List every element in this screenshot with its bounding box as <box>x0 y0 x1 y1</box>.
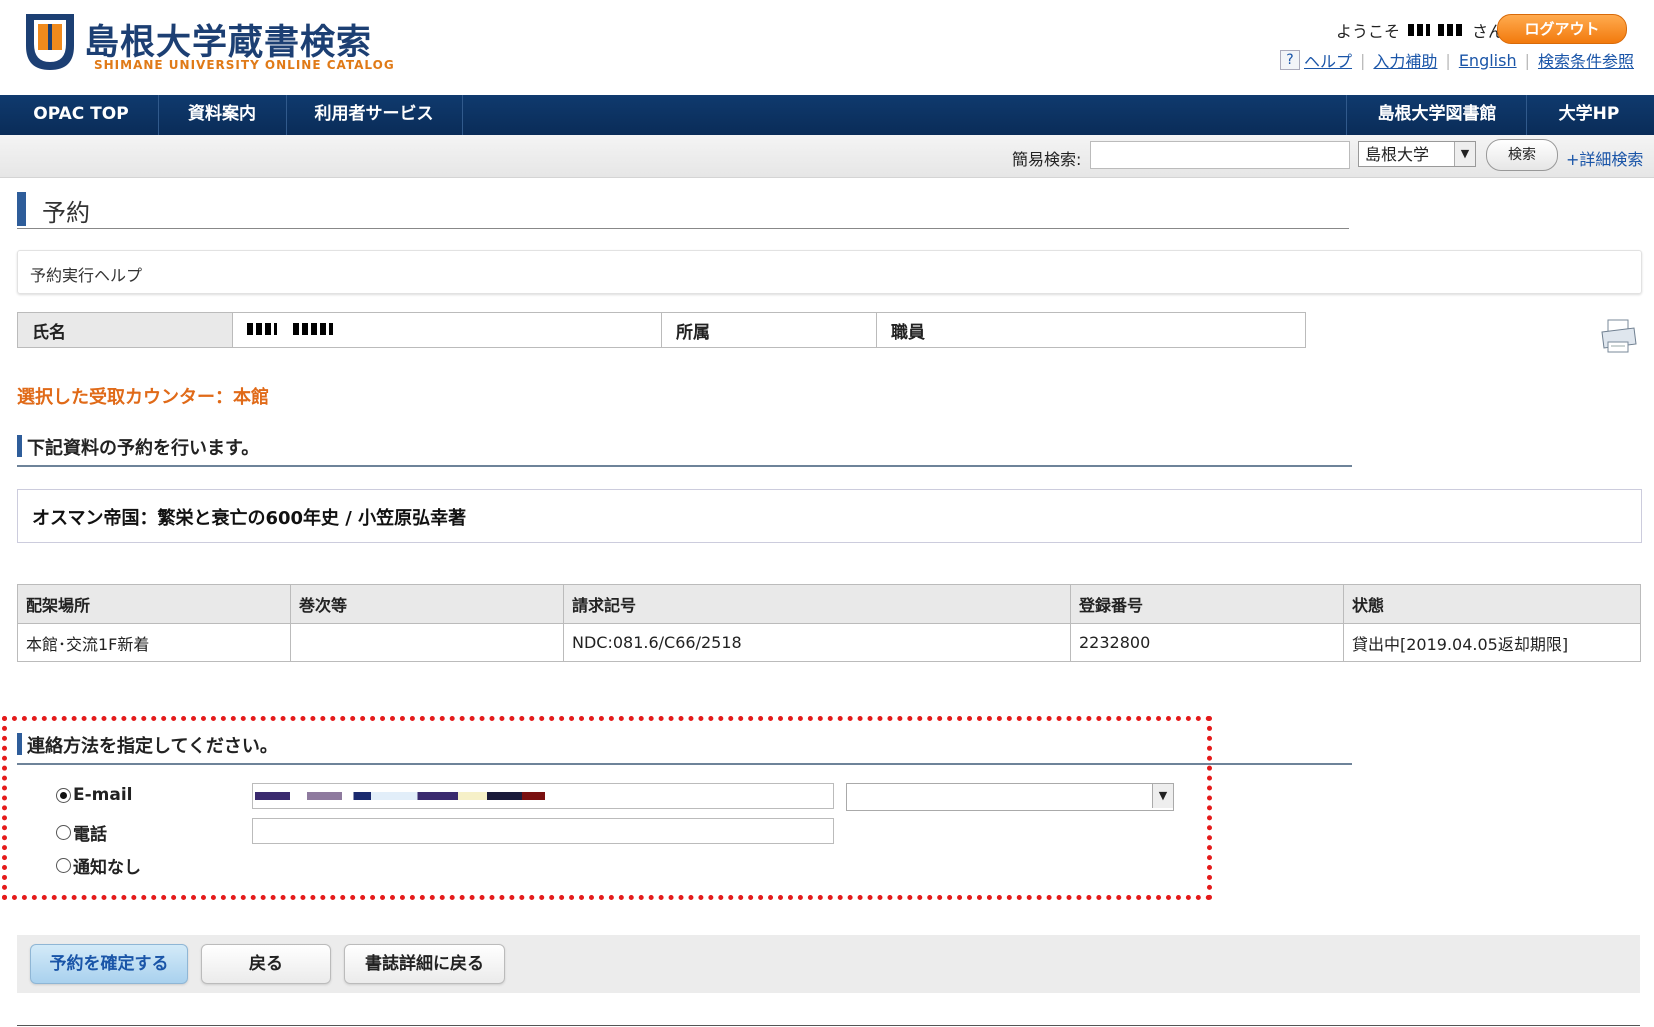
book-title: オスマン帝国：繁栄と衰亡の600年史 / 小笠原弘幸著 <box>32 508 467 529</box>
phone-field[interactable] <box>252 818 834 844</box>
library-logo-icon <box>26 14 74 70</box>
nav-opac-top[interactable]: OPAC TOP <box>4 95 159 135</box>
table-cell: 本館･交流1F新着 <box>17 623 291 662</box>
table-cell <box>290 623 564 662</box>
back-to-detail-button[interactable]: 書誌詳細に戻る <box>344 944 505 984</box>
search-reference-link[interactable]: 検索条件参照 <box>1538 48 1634 72</box>
input-assist-link[interactable]: 入力補助 <box>1373 48 1437 72</box>
column-header: 登録番号 <box>1070 584 1344 624</box>
option-label: E-mail <box>73 785 133 805</box>
divider: | <box>1360 50 1366 70</box>
title-marker <box>17 192 26 226</box>
redacted-username <box>1407 24 1430 36</box>
search-scope-value: 島根大学 <box>1365 145 1430 164</box>
help-link[interactable]: ヘルプ <box>1304 48 1352 72</box>
redacted-email <box>255 792 545 800</box>
back-button[interactable]: 戻る <box>201 944 331 984</box>
main-nav: OPAC TOP 資料案内 利用者サービス 島根大学図書館 大学HP <box>0 95 1654 135</box>
pickup-counter-text: 選択した受取カウンター：本館 <box>17 387 269 408</box>
action-bar: 予約を確定する 戻る 書誌詳細に戻る <box>17 935 1640 993</box>
top-links: ? ヘルプ | 入力補助 | English | 検索条件参照 <box>1280 48 1634 72</box>
email-field[interactable] <box>252 783 834 809</box>
redacted-name <box>292 323 333 335</box>
nav-library[interactable]: 島根大学図書館 <box>1346 95 1527 135</box>
printer-icon[interactable] <box>1598 316 1638 356</box>
holdings-table: 配架場所 巻次等 請求記号 登録番号 状態 本館･交流1F新着 NDC:081.… <box>17 584 1641 662</box>
redacted-name <box>247 323 277 335</box>
logo-subtitle: SHIMANE UNIVERSITY ONLINE CATALOG <box>94 58 395 72</box>
redacted-username <box>1437 24 1464 36</box>
column-header: 巻次等 <box>290 584 564 624</box>
column-header: 状態 <box>1343 584 1641 624</box>
table-cell: 2232800 <box>1070 623 1344 662</box>
nav-guide[interactable]: 資料案内 <box>158 95 287 135</box>
radio-phone[interactable] <box>56 825 71 840</box>
divider <box>17 1025 1640 1026</box>
affiliation-value: 職員 <box>876 312 1306 348</box>
search-bar: 簡易検索: 島根大学 ▼ 検索 +詳細検索 <box>0 135 1654 178</box>
welcome-prefix: ようこそ <box>1335 22 1400 41</box>
divider <box>17 763 1352 765</box>
logout-button[interactable]: ログアウト <box>1497 14 1627 44</box>
table-cell: 貸出中[2019.04.05返却期限] <box>1343 623 1641 662</box>
advanced-search-link[interactable]: +詳細検索 <box>1566 146 1643 170</box>
radio-none[interactable] <box>56 858 71 873</box>
user-info-table: 氏名 所属 職員 <box>17 312 1306 348</box>
reserve-heading: 下記資料の予約を行います。 <box>16 434 259 460</box>
contact-option-phone[interactable]: 電話 <box>56 820 107 845</box>
chevron-down-icon: ▼ <box>1152 784 1173 808</box>
search-label: 簡易検索: <box>1012 150 1082 169</box>
name-label: 氏名 <box>17 312 233 348</box>
option-label: 通知なし <box>73 858 141 878</box>
column-header: 請求記号 <box>563 584 1071 624</box>
table-row: 本館･交流1F新着 NDC:081.6/C66/2518 2232800 貸出中… <box>17 623 1641 662</box>
radio-email[interactable] <box>56 787 71 803</box>
search-scope-select[interactable]: 島根大学 ▼ <box>1358 141 1476 167</box>
chevron-down-icon: ▼ <box>1454 142 1475 166</box>
book-title-box: オスマン帝国：繁栄と衰亡の600年史 / 小笠原弘幸著 <box>17 489 1642 543</box>
name-value <box>232 312 662 348</box>
help-text: 予約実行ヘルプ <box>30 266 143 285</box>
welcome-message: ようこそ さん <box>1336 18 1504 42</box>
search-button[interactable]: 検索 <box>1486 139 1558 171</box>
help-box[interactable]: 予約実行ヘルプ <box>17 250 1642 294</box>
column-header: 配架場所 <box>17 584 291 624</box>
divider <box>17 465 1352 467</box>
divider <box>17 228 1349 229</box>
contact-option-none[interactable]: 通知なし <box>56 853 141 878</box>
header: 島根大学蔵書検索 SHIMANE UNIVERSITY ONLINE CATAL… <box>0 0 1654 95</box>
contact-option-email[interactable]: E-mail <box>56 785 133 805</box>
nav-user-services[interactable]: 利用者サービス <box>286 95 463 135</box>
confirm-reservation-button[interactable]: 予約を確定する <box>30 944 188 984</box>
divider: | <box>1524 50 1530 70</box>
search-input[interactable] <box>1090 141 1350 169</box>
affiliation-label: 所属 <box>661 312 877 348</box>
page-title: 予約 <box>42 199 90 227</box>
nav-university-hp[interactable]: 大学HP <box>1526 95 1651 135</box>
option-label: 電話 <box>73 825 107 845</box>
help-icon[interactable]: ? <box>1280 50 1300 70</box>
contact-heading: 連絡方法を指定してください。 <box>17 732 278 758</box>
table-cell: NDC:081.6/C66/2518 <box>563 623 1071 662</box>
table-header-row: 配架場所 巻次等 請求記号 登録番号 状態 <box>17 584 1641 624</box>
email-select[interactable]: ▼ <box>846 783 1174 811</box>
english-link[interactable]: English <box>1459 51 1517 70</box>
divider: | <box>1445 50 1451 70</box>
